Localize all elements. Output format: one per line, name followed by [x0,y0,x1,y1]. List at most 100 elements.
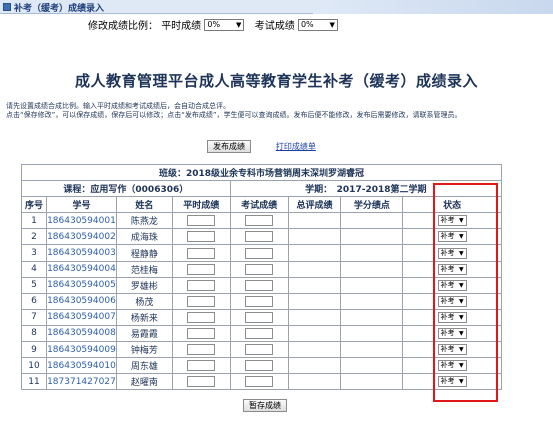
student-id: 186430594001 [45,212,117,230]
regular-ratio-value: 0% [207,19,221,29]
table-row: 11 187371427027 赵曜南 补考 ▼ [21,373,502,391]
gpa-cell [340,228,404,246]
column-header: 学分绩点 [340,196,404,214]
student-id: 186430594009 [45,341,117,359]
row-number: 11 [21,373,47,391]
exam-score-input[interactable] [245,360,274,372]
regular-ratio-label: 平时成绩 [161,21,202,32]
table-row: 7 186430594007 杨新来 补考 ▼ [21,308,502,326]
regular-score-input[interactable] [187,247,216,259]
chevron-down-icon: ▼ [329,20,335,29]
exam-score-input[interactable] [245,344,274,356]
gpa-cell [340,260,404,278]
gpa-cell [340,308,404,326]
row-number: 7 [21,308,47,326]
class-row: 班级：2018级业余专科市场营销周末深圳罗湖睿冠 [21,163,502,182]
total-score-cell [287,373,342,391]
publish-button[interactable]: 发布成绩 [207,140,251,153]
student-id: 186430594007 [45,308,117,326]
student-id: 186430594006 [45,292,117,310]
exam-score-input[interactable] [245,263,274,275]
regular-score-input[interactable] [187,279,216,291]
student-name: 程静静 [115,244,173,262]
exam-score-input[interactable] [245,327,274,339]
course-row: 课程：应用写作（0006306） 学期： 2017-2018第二学期 [21,180,503,198]
save-temp-button[interactable]: 暂存成绩 [243,399,287,412]
regular-score-cell [171,244,231,262]
window-title: 补考（缓考）成绩录入 [14,4,105,14]
exam-score-cell [229,292,289,310]
exam-score-cell [229,276,289,294]
student-id: 187371427027 [45,373,117,391]
student-id: 186430594002 [45,228,117,246]
grades-table: 班级：2018级业余专科市场营销周末深圳罗湖睿冠 课程：应用写作（0006306… [21,163,503,391]
bottom-actions: 暂存成绩 [243,399,287,412]
instructions: 请先设置成绩合成比例。输入平时成绩和考试成绩后，会自动合成总评。 点击“保存修改… [6,102,551,120]
student-name: 罗雄彬 [115,276,173,294]
page-icon [3,3,11,11]
table-row: 8 186430594008 易霞霞 补考 ▼ [21,324,502,343]
gpa-cell [340,244,404,262]
instruction-line: 请先设置成绩合成比例。输入平时成绩和考试成绩后，会自动合成总评。 [6,102,230,110]
student-name: 易霞霞 [115,324,173,343]
exam-score-cell [229,341,289,359]
regular-score-cell [171,373,231,391]
instruction-line: 点击“保存修改”，可以保存成绩，保存后可以修改；点击“发布成绩”，学生便可以查询… [6,111,462,119]
table-row: 5 186430594005 罗雄彬 补考 ▼ [21,276,502,294]
regular-score-input[interactable] [187,360,216,372]
regular-ratio-select[interactable]: 0% ▼ [204,18,245,31]
exam-score-input[interactable] [245,376,274,388]
student-id: 186430594003 [45,244,117,262]
row-number: 3 [21,244,47,262]
table-row: 4 186430594004 范桂梅 补考 ▼ [21,260,502,278]
regular-score-cell [171,260,231,278]
row-number: 8 [21,324,47,343]
row-number: 4 [21,260,47,278]
row-number: 6 [21,292,47,310]
exam-score-input[interactable] [245,295,274,307]
column-header: 考试成绩 [229,196,289,214]
gpa-cell [340,276,404,294]
table-row: 2 186430594002 成海珠 补考 ▼ [21,228,502,246]
print-link[interactable]: 打印成绩单 [276,141,316,152]
column-header: 平时成绩 [171,196,231,214]
regular-score-input[interactable] [187,327,216,339]
exam-score-cell [229,260,289,278]
exam-score-input[interactable] [245,231,274,243]
exam-score-input[interactable] [245,215,274,227]
course-info: 课程：应用写作（0006306） [21,180,231,198]
exam-score-input[interactable] [245,279,274,291]
exam-score-cell [229,357,289,375]
gpa-cell [340,357,404,375]
total-score-cell [287,212,342,230]
total-score-cell [287,276,342,294]
student-name: 范桂梅 [115,260,173,278]
total-score-cell [287,228,342,246]
table-row: 3 186430594003 程静静 补考 ▼ [21,244,502,262]
regular-score-cell [171,212,231,230]
regular-score-input[interactable] [187,215,216,227]
student-name: 钟梅芳 [115,341,173,359]
table-row: 1 186430594001 陈燕龙 补考 ▼ [21,212,502,230]
exam-score-input[interactable] [245,311,274,323]
exam-score-cell [229,244,289,262]
regular-score-cell [171,308,231,326]
regular-score-input[interactable] [187,263,216,275]
regular-score-input[interactable] [187,344,216,356]
exam-ratio-select[interactable]: 0% ▼ [297,18,338,31]
exam-ratio-label: 考试成绩 [254,21,295,32]
regular-score-input[interactable] [187,231,216,243]
gpa-cell [340,324,404,343]
regular-score-input[interactable] [187,311,216,323]
column-header: 姓名 [115,196,173,214]
page-title: 成人教育管理平台成人高等教育学生补考（缓考）成绩录入 [74,72,478,90]
exam-score-cell [229,373,289,391]
total-score-cell [287,260,342,278]
regular-score-cell [171,228,231,246]
table-row: 6 186430594006 杨茂 补考 ▼ [21,292,502,310]
regular-score-input[interactable] [187,376,216,388]
student-id: 186430594010 [45,357,117,375]
total-score-cell [287,324,342,343]
regular-score-input[interactable] [187,295,216,307]
exam-score-input[interactable] [245,247,274,259]
